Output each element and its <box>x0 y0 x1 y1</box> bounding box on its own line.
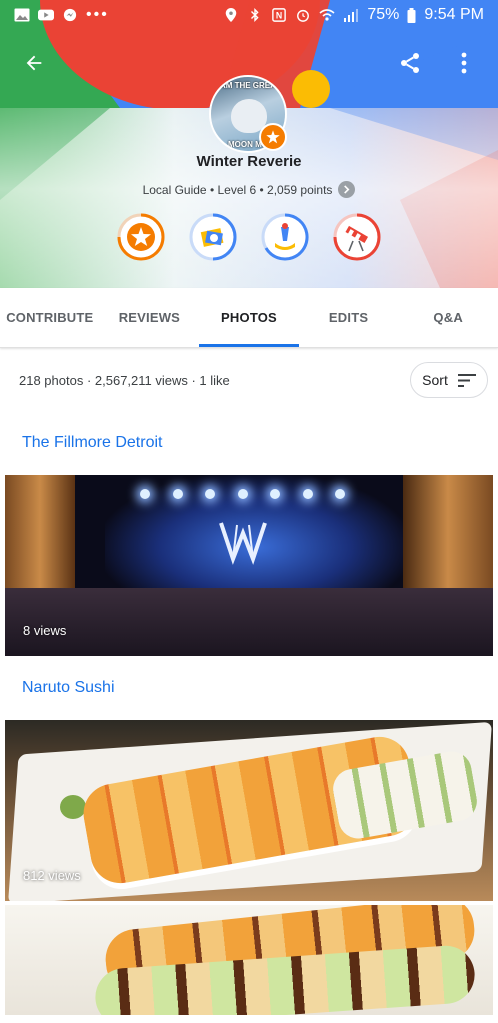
tab-qa[interactable]: Q&A <box>398 288 498 347</box>
band-logo-graphic <box>219 522 267 565</box>
share-icon <box>401 53 419 73</box>
reviewer-badge[interactable] <box>261 213 309 261</box>
sort-icon <box>457 373 476 387</box>
signal-icon <box>344 9 359 22</box>
alarm-icon <box>297 9 310 22</box>
explorer-badge[interactable] <box>333 213 381 261</box>
local-guide-badge[interactable] <box>117 213 165 261</box>
more-options-button[interactable] <box>444 43 484 83</box>
local-guide-level-text: Local Guide • Level 6 • 2,059 points <box>142 182 333 197</box>
local-guide-star-badge <box>259 123 287 151</box>
place-title-fillmore[interactable]: The Fillmore Detroit <box>0 411 498 475</box>
photo-sushi-1[interactable]: 812 views <box>5 720 493 901</box>
sort-button[interactable]: Sort <box>410 362 488 398</box>
local-guide-info[interactable]: Local Guide • Level 6 • 2,059 points <box>0 181 498 198</box>
lighting-truss <box>140 489 345 507</box>
tab-photos[interactable]: PHOTOS <box>199 288 299 347</box>
status-bar: ••• N 75% 9:54 PM <box>0 0 498 30</box>
tab-reviews[interactable]: REVIEWS <box>100 288 200 347</box>
photographer-badge[interactable] <box>189 213 237 261</box>
photo-views: 8 views <box>23 623 67 638</box>
photo-concert[interactable]: 8 views <box>5 475 493 656</box>
youtube-icon <box>38 9 54 21</box>
profile-tabs: CONTRIBUTE REVIEWS PHOTOS EDITS Q&A <box>0 288 498 348</box>
wasabi <box>60 795 86 819</box>
battery-percent: 75% <box>367 6 400 23</box>
back-button[interactable] <box>14 43 54 83</box>
photo-sushi-2[interactable] <box>5 905 493 1015</box>
svg-text:N: N <box>276 11 282 21</box>
location-icon <box>226 8 237 22</box>
photo-views: 812 views <box>23 868 81 883</box>
tab-contribute[interactable]: CONTRIBUTE <box>0 288 100 347</box>
share-button[interactable] <box>390 43 430 83</box>
badge-row <box>0 213 498 261</box>
more-vert-icon <box>461 52 467 74</box>
gallery-icon <box>14 8 30 22</box>
profile-header: I AM THE GREAT MOON MO Winter Reverie Lo… <box>0 0 498 288</box>
place-title-naruto-sushi[interactable]: Naruto Sushi <box>0 656 498 720</box>
tab-edits[interactable]: EDITS <box>299 288 399 347</box>
wifi-icon <box>319 9 335 21</box>
photo-stats: 218 photos · 2,567,211 views · 1 like <box>19 372 230 388</box>
arrow-left-icon <box>26 55 42 71</box>
avatar-caption-top: I AM THE GREAT <box>215 81 281 90</box>
photos-content: 218 photos · 2,567,211 views · 1 like So… <box>0 349 498 1015</box>
photo-summary-row: 218 photos · 2,567,211 views · 1 like So… <box>0 349 498 411</box>
clock: 9:54 PM <box>424 6 484 23</box>
sort-label: Sort <box>422 372 448 388</box>
battery-icon <box>407 7 416 23</box>
chevron-right-icon <box>338 181 356 198</box>
crowd <box>5 588 493 656</box>
profile-name: Winter Reverie <box>196 153 302 170</box>
bluetooth-icon <box>251 8 259 22</box>
nfc-icon: N <box>272 8 287 22</box>
messenger-icon <box>63 8 77 22</box>
more-dots-icon: ••• <box>86 6 109 23</box>
star-icon <box>266 130 280 144</box>
